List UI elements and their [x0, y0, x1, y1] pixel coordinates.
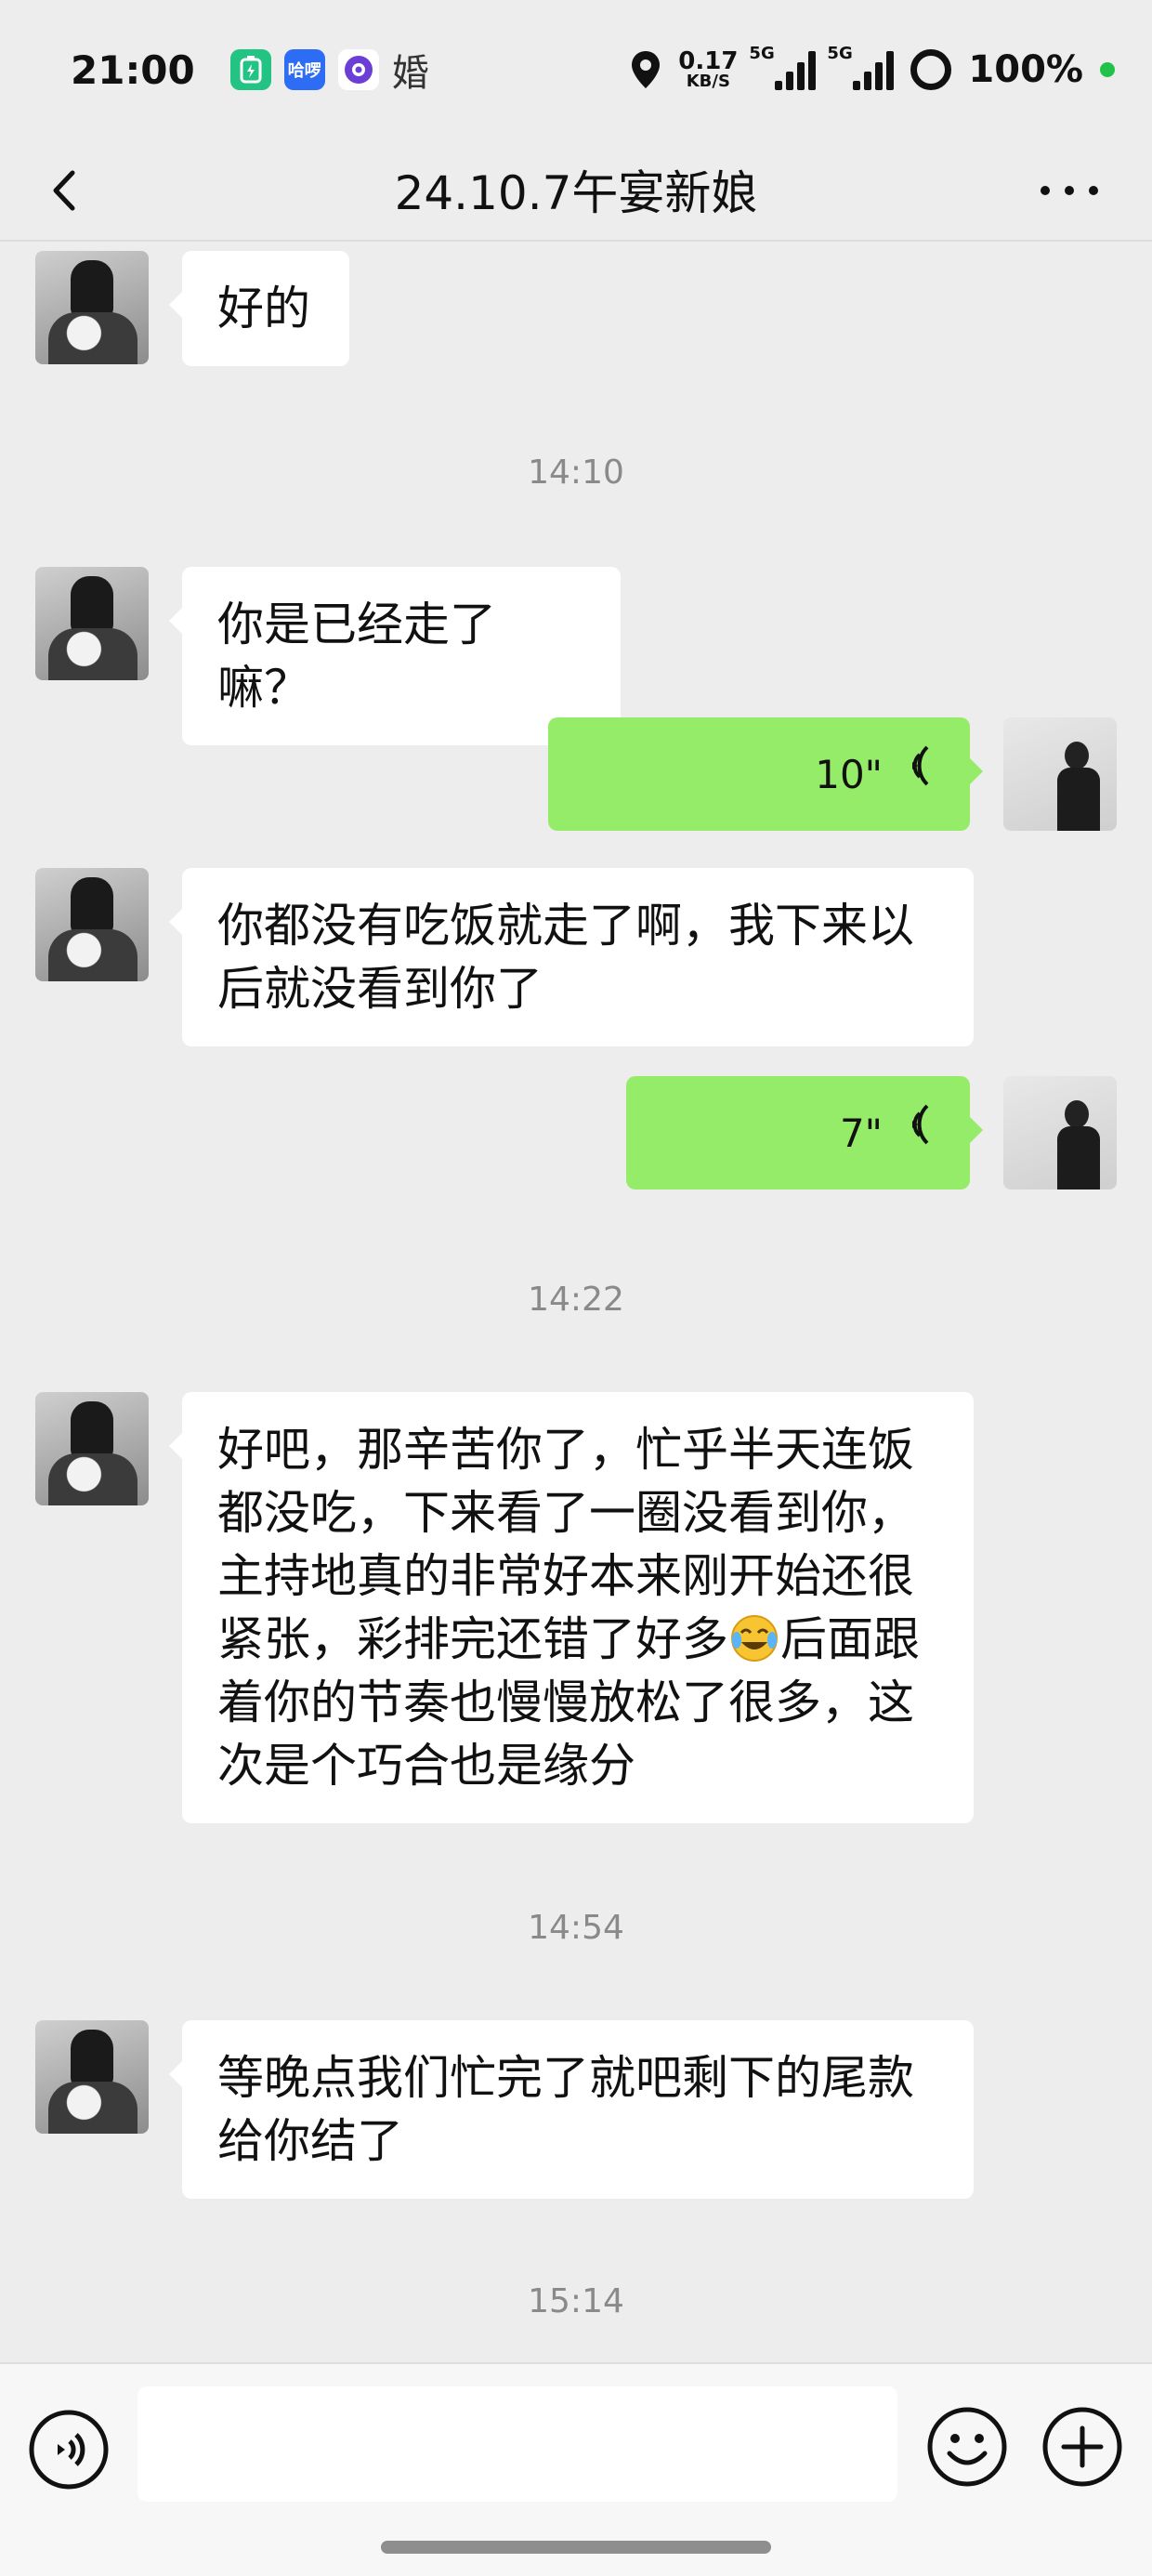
signal-5g-1-icon: 5G: [749, 44, 817, 90]
laughing-crying-emoji-icon: [728, 1612, 780, 1664]
chat-title: 24.10.7午宴新娘: [394, 166, 758, 220]
message-text-line: 你都没有吃饭就走了啊，我下来以: [217, 899, 914, 953]
network-speed-value: 0.17: [678, 47, 739, 75]
voice-input-icon[interactable]: [28, 2409, 110, 2491]
contact-avatar[interactable]: [35, 868, 149, 981]
contact-avatar[interactable]: [35, 251, 149, 364]
message-bubble[interactable]: 你都没有吃饭就走了啊，我下来以 后就没看到你了: [169, 868, 974, 1046]
signal-2-tag: 5G: [827, 44, 853, 63]
battery-saver-app-icon: [229, 49, 271, 90]
message-text-line: 着你的节奏也慢慢放松了很多，这: [217, 1676, 914, 1729]
message-list[interactable]: 好的 14:10 你是已经走了嘛？ 10" 你都没有吃饭就走了啊，我下来以 后就…: [0, 243, 1152, 2362]
signal-5g-2-icon: 5G: [827, 44, 895, 90]
message-text-line: 后面跟: [780, 1612, 920, 1666]
home-indicator[interactable]: [381, 2541, 771, 2554]
message-bubble[interactable]: 好吧，那辛苦你了，忙乎半天连饭 都没吃，下来看了一圈没看到你， 主持地真的非常好…: [169, 1392, 974, 1823]
voice-message-bubble[interactable]: 10": [548, 717, 983, 831]
charging-dot-icon: [1100, 62, 1115, 77]
battery-icon: [910, 49, 952, 90]
voice-wave-icon: [897, 1102, 935, 1165]
message-bubble[interactable]: 等晚点我们忙完了就吧剩下的尾款 给你结了: [169, 2020, 974, 2199]
voice-duration: 7": [839, 1111, 883, 1156]
network-speed: 0.17 KB/S: [678, 49, 738, 90]
my-avatar[interactable]: [1003, 717, 1117, 831]
wedding-app-icon: 婚: [391, 52, 429, 95]
contact-avatar[interactable]: [35, 1392, 149, 1505]
message-text: 好的: [217, 282, 310, 335]
voice-message-bubble[interactable]: 7": [626, 1076, 983, 1189]
timestamp: 15:14: [528, 2282, 624, 2320]
message-bubble[interactable]: 好的: [169, 251, 349, 366]
message-text-line: 给你结了: [217, 2114, 403, 2168]
status-time: 21:00: [71, 46, 195, 93]
chat-header: 24.10.7午宴新娘: [0, 139, 1152, 242]
notification-icons: 哈啰 婚: [229, 49, 429, 95]
signal-1-tag: 5G: [749, 44, 775, 63]
my-avatar[interactable]: [1003, 1076, 1117, 1189]
message-text-line: 好吧，那辛苦你了，忙乎半天连饭: [217, 1423, 914, 1477]
timestamp: 14:10: [528, 453, 624, 492]
more-options-icon[interactable]: [1041, 186, 1098, 195]
message-text: 你是已经走了嘛？: [217, 598, 496, 715]
timestamp: 14:22: [528, 1281, 624, 1319]
message-text-line: 都没吃，下来看了一圈没看到你，: [217, 1486, 914, 1540]
message-text-line: 主持地真的非常好本来刚开始还很: [217, 1549, 914, 1603]
network-speed-unit: KB/S: [686, 72, 730, 91]
message-text-line: 等晚点我们忙完了就吧剩下的尾款: [217, 2051, 914, 2105]
message-text-line: 后就没看到你了: [217, 962, 543, 1016]
plus-icon[interactable]: [1041, 2405, 1124, 2489]
contact-avatar[interactable]: [35, 2020, 149, 2134]
timestamp: 14:54: [528, 1909, 624, 1947]
hello-app-icon: 哈啰: [283, 49, 325, 90]
location-icon: [630, 49, 661, 90]
contact-avatar[interactable]: [35, 567, 149, 680]
message-text-line: 次是个巧合也是缘分: [217, 1739, 635, 1793]
message-text-line: 紧张，彩排完还错了好多: [217, 1612, 728, 1666]
battery-percent: 100%: [968, 48, 1083, 91]
browser-app-icon: [337, 49, 379, 90]
voice-duration: 10": [815, 752, 883, 797]
message-input[interactable]: [137, 2386, 897, 2502]
back-arrow-icon[interactable]: [43, 167, 89, 214]
status-bar: 21:00 哈啰 婚 0.17 KB/S 5G 5G 100%: [0, 0, 1152, 139]
emoji-icon[interactable]: [925, 2405, 1009, 2489]
voice-wave-icon: [897, 743, 935, 807]
